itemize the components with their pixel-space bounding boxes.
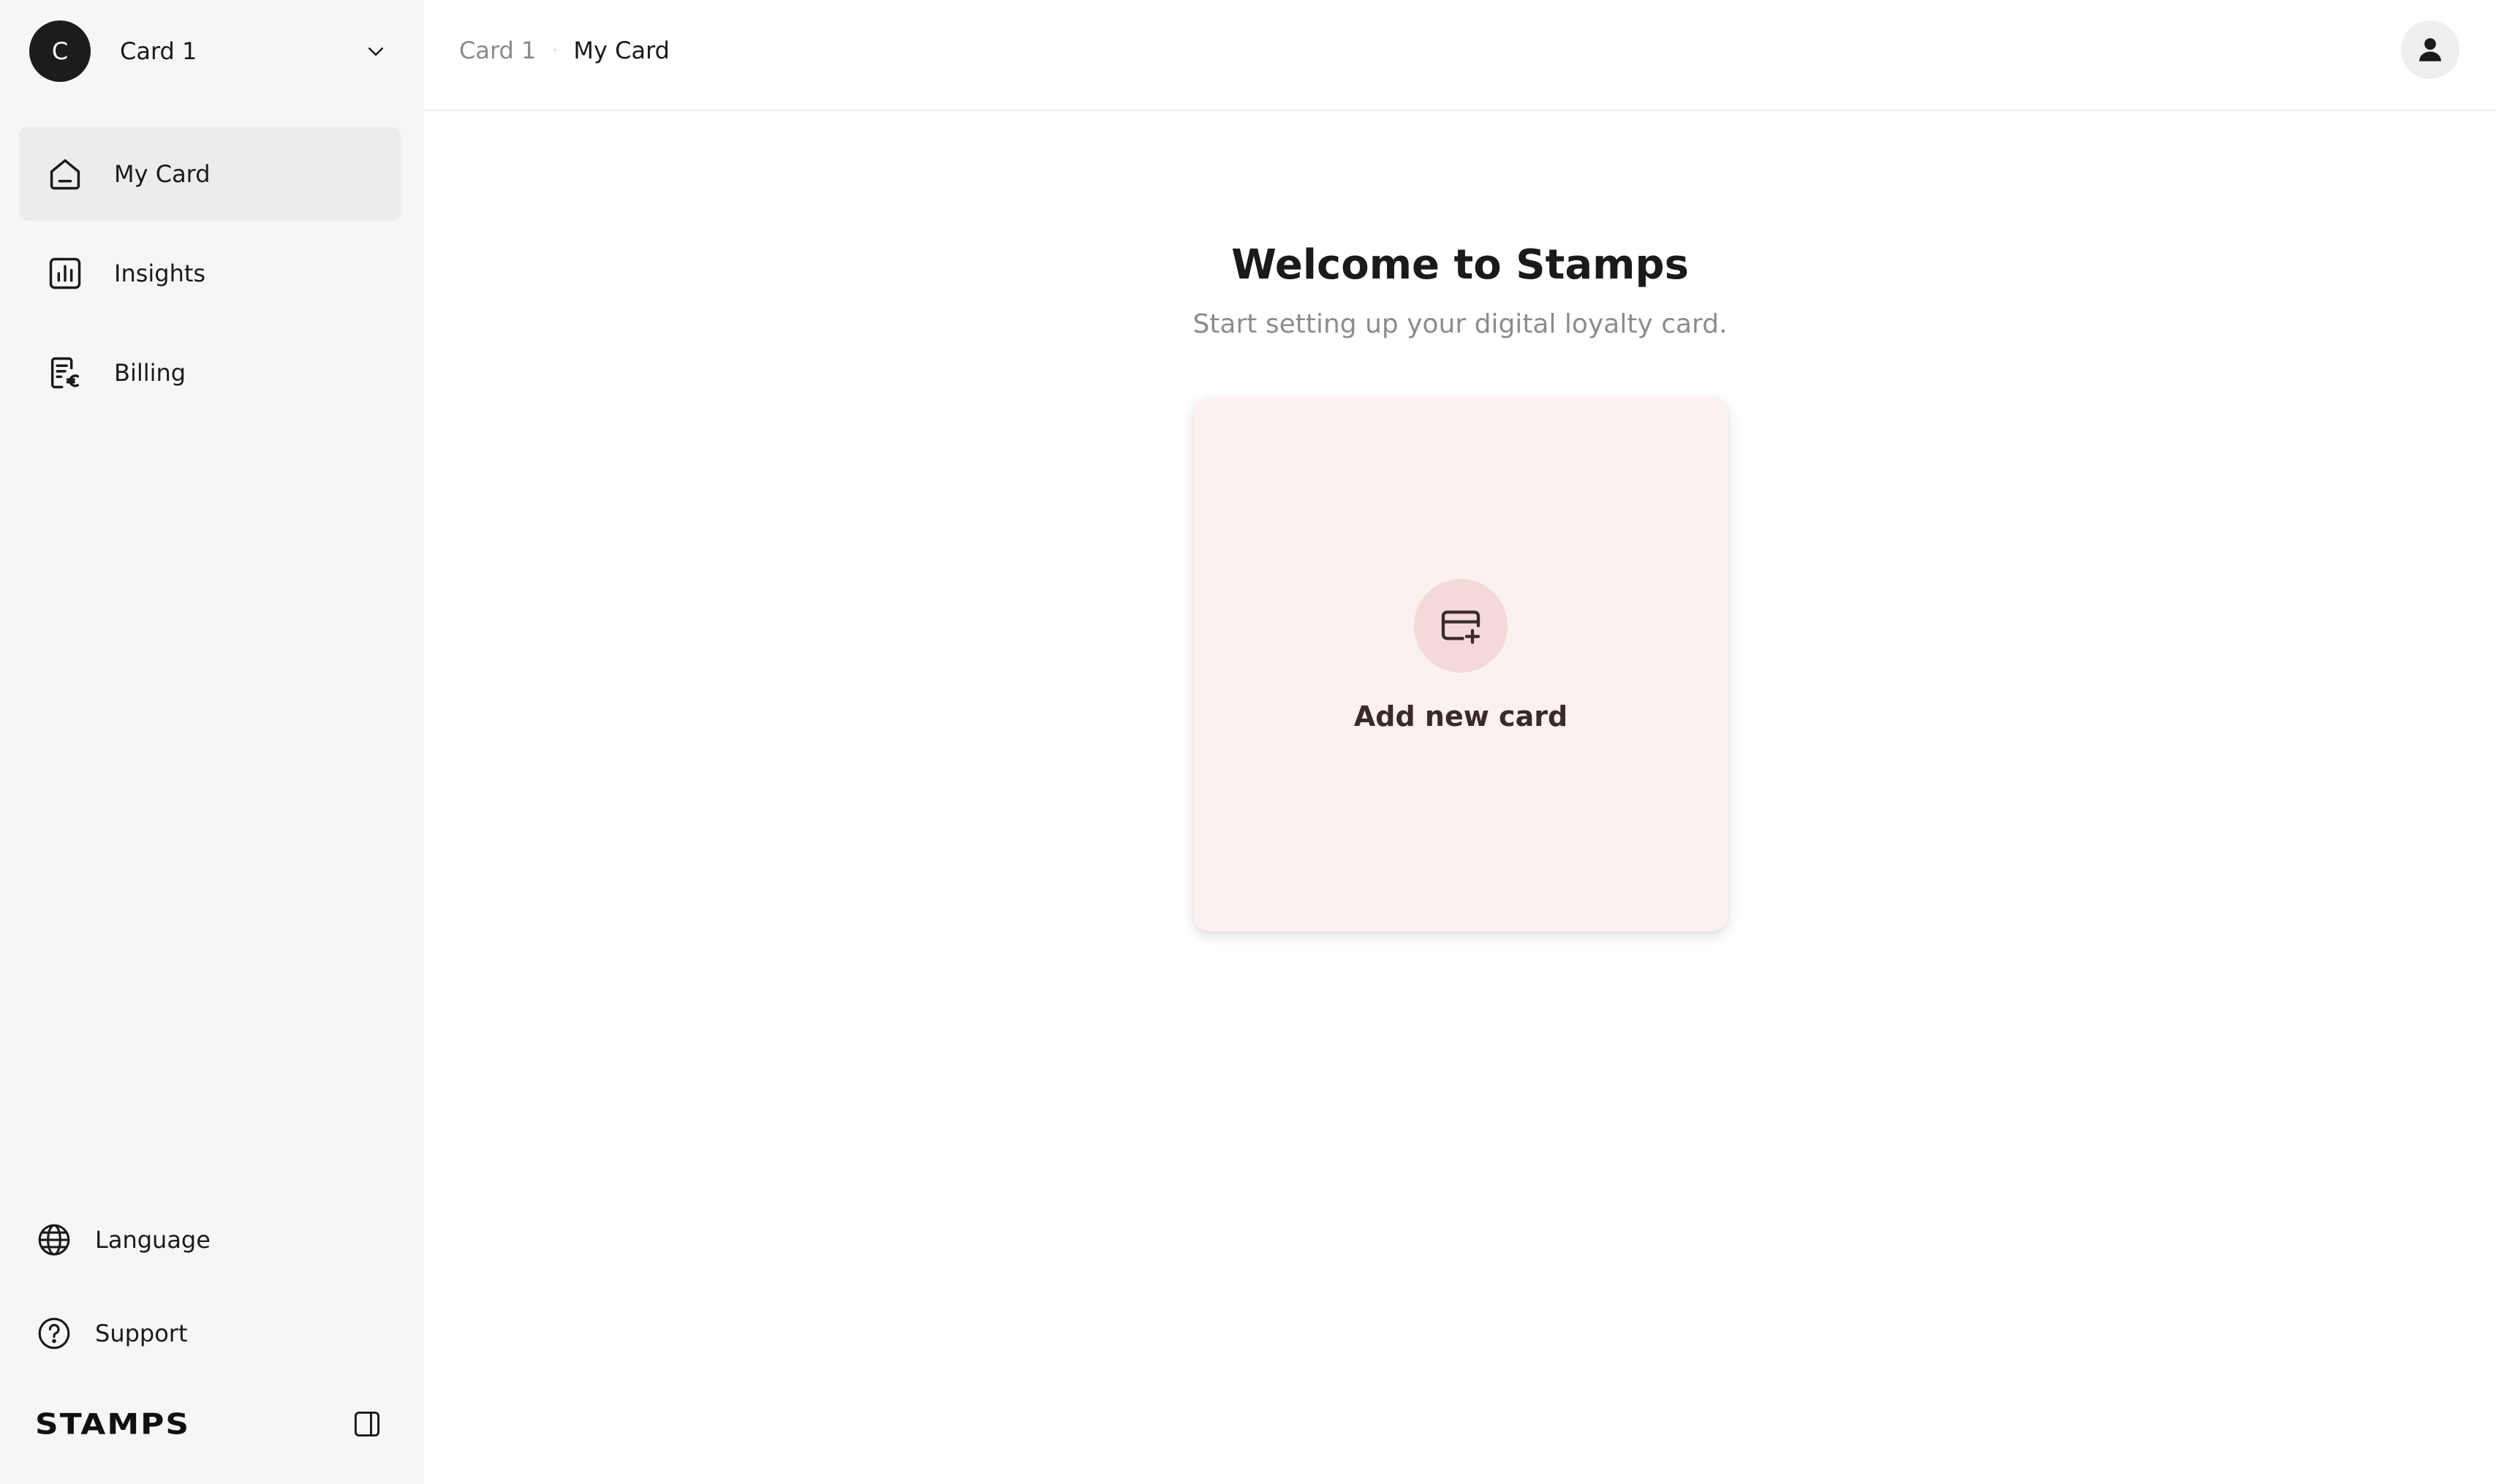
sidebar: C Card 1 My Card Insights Billing Langua… [0, 0, 424, 1484]
home-icon [45, 154, 85, 194]
app-shell: C Card 1 My Card Insights Billing Langua… [0, 0, 2496, 1484]
breadcrumb: Card 1 · My Card [459, 37, 670, 64]
bar-chart-icon [45, 254, 85, 293]
add-card-label: Add new card [1353, 700, 1568, 732]
support-link[interactable]: Support [35, 1307, 401, 1360]
sidebar-nav: My Card Insights Billing [19, 127, 401, 425]
sidebar-item-label: My Card [114, 160, 211, 188]
help-circle-icon [35, 1314, 73, 1352]
sidebar-toggle-icon[interactable] [349, 1407, 385, 1442]
workspace-switcher[interactable]: C Card 1 [29, 20, 395, 82]
chevron-down-icon [361, 37, 390, 66]
breadcrumb-current: My Card [573, 37, 670, 64]
add-new-card-button[interactable]: Add new card [1193, 398, 1728, 931]
stamps-logo: STAMPS [35, 1407, 191, 1441]
support-label: Support [95, 1320, 188, 1347]
user-icon [2419, 38, 2441, 61]
sidebar-item-insights[interactable]: Insights [19, 227, 401, 320]
credit-card-plus-icon [1441, 610, 1480, 644]
sidebar-brand-row: STAMPS [35, 1404, 385, 1445]
main-content: Card 1 · My Card Welcome to Stamps Start… [424, 0, 2496, 1484]
sidebar-item-billing[interactable]: Billing [19, 326, 401, 420]
sidebar-item-my-card[interactable]: My Card [19, 127, 401, 221]
page-title: Welcome to Stamps [1231, 241, 1689, 289]
breadcrumb-parent[interactable]: Card 1 [459, 37, 536, 64]
sidebar-footer-links: Language Support [35, 1214, 401, 1401]
top-bar: Card 1 · My Card [424, 0, 2496, 111]
language-label: Language [95, 1226, 211, 1254]
receipt-euro-icon [45, 353, 85, 393]
sidebar-item-label: Billing [114, 359, 186, 387]
globe-icon [35, 1221, 73, 1259]
workspace-avatar: C [29, 20, 91, 82]
sidebar-item-label: Insights [114, 260, 206, 287]
user-avatar-button[interactable] [2401, 20, 2459, 79]
breadcrumb-separator: · [552, 41, 558, 60]
language-link[interactable]: Language [35, 1214, 401, 1266]
welcome-section: Welcome to Stamps Start setting up your … [424, 241, 2496, 339]
workspace-name: Card 1 [120, 37, 197, 65]
page-subtitle: Start setting up your digital loyalty ca… [1192, 309, 1728, 339]
add-card-icon-badge [1414, 579, 1508, 673]
